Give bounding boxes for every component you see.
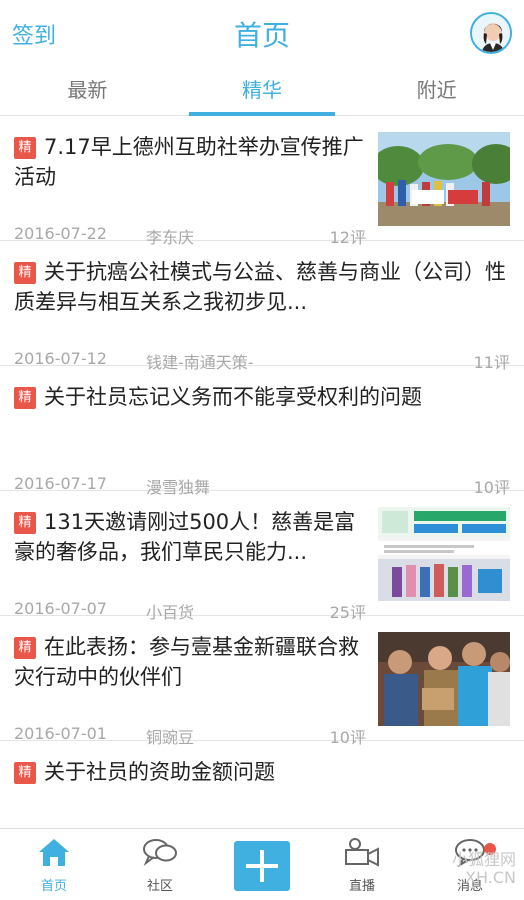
tab-nearby[interactable]: 附近 <box>349 66 524 115</box>
video-camera-icon <box>345 838 379 867</box>
app-header: 签到 首页 <box>0 0 524 66</box>
featured-badge: 精 <box>14 262 36 284</box>
post-title-wrap: 精 131天邀请刚过500人！慈善是富豪的奢侈品，我们草民只能力... <box>14 507 374 567</box>
post-item[interactable]: 精 131天邀请刚过500人！慈善是富豪的奢侈品，我们草民只能力... 2016-… <box>0 491 524 622</box>
post-title-wrap: 精关于社员忘记义务而不能享受权利的问题 <box>14 382 510 412</box>
plus-icon <box>246 850 278 882</box>
feed-tabs: 最新 精华 附近 <box>0 66 524 116</box>
watermark-line1: 小狐狸网 <box>451 850 516 869</box>
post-item[interactable]: 精 7.17早上德州互助社举办宣传推广活动 2016-07-22 李东庆 12评 <box>0 116 524 247</box>
post-title: 131天邀请刚过500人！慈善是富豪的奢侈品，我们草民只能力... <box>14 510 356 564</box>
post-thumbnail <box>378 507 510 601</box>
nav-home-label: 首页 <box>40 879 67 894</box>
post-title: 关于抗癌公社模式与公益、慈善与商业（公司）性质差异与相互关系之我初步见... <box>14 260 506 314</box>
featured-badge: 精 <box>14 137 36 159</box>
nav-home[interactable]: 首页 <box>14 837 94 894</box>
post-title-wrap: 精关于抗癌公社模式与公益、慈善与商业（公司）性质差异与相互关系之我初步见... <box>14 257 510 317</box>
home-icon <box>39 839 69 866</box>
nav-community[interactable]: 社区 <box>120 837 200 894</box>
post-title: 7.17早上德州互助社举办宣传推广活动 <box>14 135 364 189</box>
featured-badge: 精 <box>14 637 36 659</box>
post-item[interactable]: 精在此表扬：参与壹基金新疆联合救灾行动中的伙伴们 2016-07-01 铜豌豆 … <box>0 616 524 747</box>
nav-live-label: 直播 <box>348 879 375 894</box>
post-thumbnail <box>378 632 510 726</box>
page-title: 首页 <box>233 19 290 52</box>
featured-badge: 精 <box>14 762 36 784</box>
post-title: 在此表扬：参与壹基金新疆联合救灾行动中的伙伴们 <box>14 635 359 689</box>
post-thumbnail <box>378 132 510 226</box>
tab-featured[interactable]: 精华 <box>175 66 350 116</box>
post-item[interactable]: 精关于社员的资助金额问题 <box>0 741 524 828</box>
post-title-wrap: 精 7.17早上德州互助社举办宣传推广活动 <box>14 132 374 192</box>
featured-badge: 精 <box>14 512 36 534</box>
tab-latest[interactable]: 最新 <box>0 66 175 115</box>
chat-bubbles-icon <box>143 839 177 867</box>
post-feed: 精7.17早上德州互助社举办宣传推广活动 2016-07-22 李东庆 12评 <box>0 116 524 828</box>
watermark-line2: XH.CN <box>465 868 516 887</box>
nav-community-label: 社区 <box>146 879 173 894</box>
nav-live[interactable]: 直播 <box>322 837 402 894</box>
featured-badge: 精 <box>14 387 36 409</box>
post-title-wrap: 精关于社员的资助金额问题 <box>14 757 510 787</box>
post-item[interactable]: 精关于抗癌公社模式与公益、慈善与商业（公司）性质差异与相互关系之我初步见... … <box>0 241 524 372</box>
add-post-button[interactable] <box>234 841 290 891</box>
post-title-wrap: 精在此表扬：参与壹基金新疆联合救灾行动中的伙伴们 <box>14 632 374 692</box>
post-item[interactable]: 精关于社员忘记义务而不能享受权利的问题 2016-07-17 漫雪独舞 10评 <box>0 366 524 497</box>
bottom-nav: 首页 社区 直播 消息 小狐狸网 XH.CN <box>0 828 524 900</box>
user-avatar-icon[interactable] <box>470 12 512 54</box>
post-title: 关于社员忘记义务而不能享受权利的问题 <box>44 385 422 409</box>
post-title: 关于社员的资助金额问题 <box>44 760 275 784</box>
site-watermark: 小狐狸网 XH.CN <box>452 851 516 887</box>
